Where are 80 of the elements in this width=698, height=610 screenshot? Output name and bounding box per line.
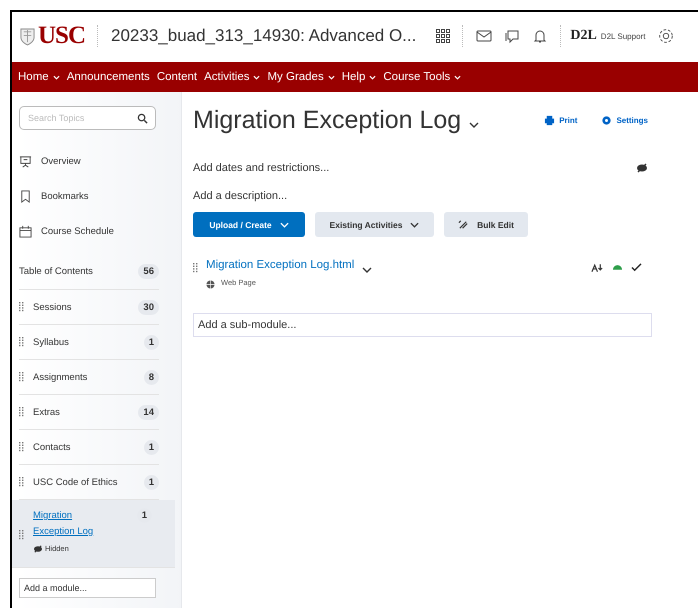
nav-menu[interactable]: Home — [18, 71, 60, 83]
sidebar-link[interactable]: Overview — [19, 144, 181, 179]
module-item[interactable]: Contacts 1 — [19, 430, 159, 465]
existing-activities-button[interactable]: Existing Activities — [315, 212, 434, 237]
module-item[interactable]: Assignments 8 — [19, 360, 159, 395]
text-size-icon[interactable] — [591, 263, 604, 273]
count-badge: 1 — [144, 474, 159, 490]
module-title[interactable]: Extras — [33, 406, 130, 418]
add-module-field[interactable]: Add a module... — [19, 578, 156, 598]
settings-icon[interactable] — [657, 27, 676, 45]
dates-link[interactable]: Add dates and restrictions... — [193, 162, 330, 174]
printer-icon — [544, 114, 556, 126]
chat-icon[interactable] — [504, 28, 520, 44]
drag-handle-icon[interactable] — [19, 337, 24, 347]
topic-link[interactable]: Migration Exception Log.html — [206, 259, 354, 271]
caret-icon — [410, 222, 420, 228]
caret-icon — [52, 74, 60, 80]
nav-menu[interactable]: My Grades — [267, 71, 335, 83]
drag-handle-icon[interactable] — [19, 407, 24, 417]
wand-icon — [458, 219, 470, 230]
module-title[interactable]: Syllabus — [33, 336, 135, 348]
caret-icon — [369, 74, 376, 80]
sidebar-link[interactable]: Bookmarks — [19, 179, 181, 214]
usc-logo[interactable]: USC — [38, 22, 86, 50]
nav-menu[interactable]: Help — [342, 71, 376, 83]
globe-icon — [206, 280, 215, 289]
count-badge: 14 — [138, 404, 159, 420]
chevron-icon[interactable] — [362, 267, 372, 273]
d2l-logo[interactable]: D2L — [570, 28, 597, 44]
module-item[interactable]: Sessions 30 — [19, 290, 159, 325]
caret-icon — [454, 74, 462, 80]
description-link[interactable]: Add a description... — [193, 190, 652, 202]
grid-icon[interactable] — [436, 29, 450, 43]
check-icon[interactable] — [631, 263, 642, 272]
gear-icon — [601, 114, 612, 126]
course-title[interactable]: 20233_buad_313_14930: Advanced O... — [111, 26, 416, 46]
caret-icon — [280, 222, 289, 228]
module-item[interactable]: Syllabus 1 — [19, 325, 159, 360]
toc-heading: Table of Contents — [19, 266, 93, 276]
nav-menu[interactable]: Announcements — [66, 71, 150, 83]
add-submodule-field[interactable]: Add a sub-module... — [193, 313, 652, 337]
bulk-edit-button[interactable]: Bulk Edit — [444, 212, 528, 237]
bell-icon[interactable] — [532, 28, 548, 44]
sidebar-link[interactable]: Course Schedule — [19, 214, 181, 249]
count-badge: 56 — [138, 264, 159, 278]
toolbar-link[interactable]: Print — [544, 114, 578, 126]
drag-handle-icon[interactable] — [19, 530, 24, 540]
caret-icon — [328, 74, 335, 80]
count-badge: 1 — [144, 334, 159, 350]
drag-handle-icon[interactable] — [19, 302, 24, 312]
drag-handle-icon[interactable] — [19, 372, 24, 382]
drag-handle-icon[interactable] — [19, 477, 24, 487]
nav-menu[interactable]: Content — [156, 71, 198, 83]
shield-icon — [20, 26, 35, 46]
calendar-icon — [19, 225, 32, 238]
module-title[interactable]: Sessions — [33, 302, 130, 312]
brand-caption: D2L Support — [600, 32, 646, 40]
nav-menu[interactable]: Course Tools — [383, 71, 462, 83]
bookmark-icon — [19, 190, 32, 203]
upload-create-button[interactable]: Upload / Create — [193, 212, 305, 237]
caret-icon — [253, 74, 260, 80]
drag-handle-icon[interactable] — [19, 442, 24, 452]
search-icon[interactable] — [137, 113, 148, 124]
module-item[interactable]: Extras 14 — [19, 395, 159, 430]
page-title: Migration Exception Log — [193, 106, 462, 134]
gauge-icon[interactable] — [612, 263, 623, 271]
drag-handle-icon[interactable] — [193, 263, 198, 273]
toolbar-link[interactable]: Settings — [601, 114, 648, 126]
module-title[interactable]: Contacts — [33, 442, 135, 452]
module-title[interactable]: Assignments — [33, 372, 135, 382]
module-title[interactable]: Migration Exception Log — [33, 508, 113, 540]
search-field[interactable]: Search Topics — [19, 106, 156, 130]
count-badge: 8 — [144, 370, 159, 384]
chevron-icon[interactable] — [469, 122, 480, 128]
mail-icon[interactable] — [476, 30, 492, 42]
module-title[interactable]: USC Code of Ethics — [33, 476, 135, 488]
count-badge: 1 — [144, 440, 159, 454]
nav-menu[interactable]: Activities — [204, 71, 260, 83]
presentation-icon — [19, 155, 32, 168]
count-badge: 30 — [138, 300, 159, 314]
